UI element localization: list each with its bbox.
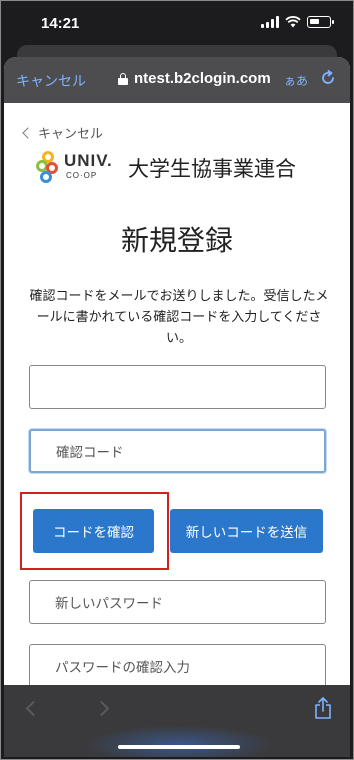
url-bar: キャンセル ntest.b2clogin.com ぁあ	[4, 57, 350, 103]
page-content: キャンセル UNIV. CO·OP 大学生協事業連合 新規登録 確認コードをメー…	[4, 103, 350, 703]
status-time: 14:21	[41, 15, 80, 32]
browser-cancel-button[interactable]: キャンセル	[16, 71, 86, 91]
page-title: 新規登録	[120, 224, 233, 257]
bottom-toolbar	[4, 685, 350, 757]
email-field[interactable]	[29, 365, 326, 409]
lock-icon	[118, 73, 128, 85]
safari-sheet: キャンセル ntest.b2clogin.com ぁあ キャンセル UNIV. …	[4, 57, 350, 757]
logo-univ-text: UNIV.	[64, 151, 113, 170]
instruction-message: 確認コードをメールでお送りしました。受信したメールに書かれている確認コードを入力…	[29, 289, 329, 346]
highlight-box	[20, 492, 169, 570]
back-arrow-icon[interactable]	[25, 700, 42, 717]
forward-arrow-icon[interactable]	[93, 700, 110, 717]
back-link[interactable]: キャンセル	[22, 123, 104, 142]
logo-mark	[36, 151, 58, 185]
battery-icon	[307, 16, 334, 28]
reload-icon[interactable]	[320, 70, 336, 86]
verification-code-input[interactable]: 確認コード	[29, 429, 326, 473]
share-icon[interactable]	[314, 697, 332, 719]
logo-coop-text: CO·OP	[66, 171, 98, 180]
resend-code-button[interactable]: 新しいコードを送信	[170, 509, 323, 553]
new-password-input[interactable]: 新しいパスワード	[29, 580, 326, 624]
toolbar-glow	[84, 725, 274, 757]
home-indicator[interactable]	[118, 745, 240, 749]
chevron-left-icon	[22, 127, 34, 139]
status-bar: 14:21	[1, 1, 353, 41]
logo-org-name: 大学生協事業連合	[128, 157, 296, 181]
text-size-button[interactable]: ぁあ	[284, 72, 308, 89]
wifi-icon	[285, 16, 301, 28]
back-link-label: キャンセル	[38, 127, 104, 142]
url-domain[interactable]: ntest.b2clogin.com	[134, 70, 271, 87]
signal-icon	[261, 16, 279, 28]
phone-frame: 14:21 キャンセル ntest.b2clogin.com ぁあ キャンセル …	[0, 0, 354, 760]
confirm-password-input[interactable]: パスワードの確認入力	[29, 644, 326, 688]
univ-coop-logo: UNIV. CO·OP 大学生協事業連合	[36, 151, 336, 187]
status-icons	[261, 16, 334, 28]
